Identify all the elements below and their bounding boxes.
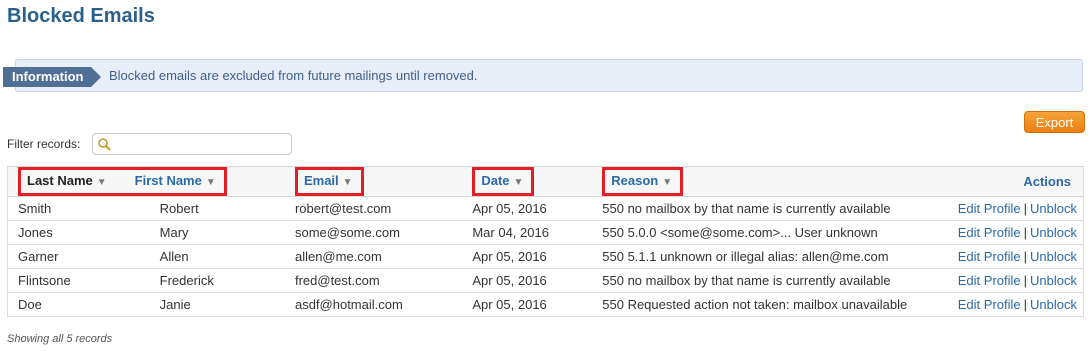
cell-first-name: Janie	[159, 292, 295, 317]
header-label-last-name: Last Name	[27, 173, 93, 188]
sort-down-icon[interactable]: ▼	[206, 177, 216, 188]
cell-last-name: Jones	[6, 220, 160, 245]
cell-first-name: Allen	[159, 244, 295, 269]
sort-down-icon[interactable]: ▼	[514, 177, 524, 188]
cell-actions: Edit Profile | Unblock	[935, 268, 1084, 293]
table-row: Smith Robert robert@test.com Apr 05, 201…	[6, 196, 1084, 221]
edit-profile-link[interactable]: Edit Profile	[958, 225, 1021, 240]
unblock-link[interactable]: Unblock	[1030, 225, 1077, 240]
cell-date: Mar 04, 2016	[472, 220, 603, 245]
filter-input[interactable]	[92, 133, 292, 155]
edit-profile-link[interactable]: Edit Profile	[958, 201, 1021, 216]
blocked-emails-table: Last Name ▼ First Name ▼ Email ▼ Date ▼	[6, 166, 1084, 317]
export-button[interactable]: Export	[1024, 111, 1085, 133]
cell-email: some@some.com	[294, 220, 473, 245]
cell-date: Apr 05, 2016	[472, 268, 603, 293]
column-header-actions: Actions	[935, 166, 1084, 197]
cell-actions: Edit Profile | Unblock	[935, 220, 1084, 245]
cell-date: Apr 05, 2016	[472, 292, 603, 317]
table-row: Jones Mary some@some.com Mar 04, 2016 55…	[6, 220, 1084, 245]
sort-down-icon[interactable]: ▼	[662, 177, 672, 188]
action-separator: |	[1023, 249, 1028, 264]
cell-email: robert@test.com	[294, 196, 473, 221]
header-label-date: Date	[481, 173, 510, 188]
info-message: Blocked emails are excluded from future …	[109, 68, 478, 83]
cell-reason: 550 no mailbox by that name is currently…	[602, 196, 936, 221]
cell-first-name: Frederick	[159, 268, 295, 293]
header-label-reason: Reason	[611, 173, 659, 188]
filter-label: Filter records:	[7, 137, 81, 151]
records-summary: Showing all 5 records	[7, 333, 113, 345]
cell-actions: Edit Profile | Unblock	[935, 292, 1084, 317]
sort-down-icon[interactable]: ▼	[343, 177, 353, 188]
table-header-row: Last Name ▼ First Name ▼ Email ▼ Date ▼	[6, 166, 1084, 197]
cell-date: Apr 05, 2016	[472, 196, 603, 221]
action-separator: |	[1023, 273, 1028, 288]
unblock-link[interactable]: Unblock	[1030, 273, 1077, 288]
action-separator: |	[1023, 201, 1028, 216]
unblock-link[interactable]: Unblock	[1030, 249, 1077, 264]
column-header-first-name[interactable]: First Name ▼	[132, 166, 295, 197]
cell-actions: Edit Profile | Unblock	[935, 196, 1084, 221]
action-separator: |	[1023, 225, 1028, 240]
cell-reason: 550 Requested action not taken: mailbox …	[602, 292, 936, 317]
column-header-date[interactable]: Date ▼	[472, 166, 603, 197]
unblock-link[interactable]: Unblock	[1030, 201, 1077, 216]
unblock-link[interactable]: Unblock	[1030, 297, 1077, 312]
page-title: Blocked Emails	[7, 5, 155, 27]
header-label-first-name: First Name	[134, 173, 202, 188]
cell-actions: Edit Profile | Unblock	[935, 244, 1084, 269]
cell-email: allen@me.com	[294, 244, 473, 269]
cell-last-name: Doe	[6, 292, 160, 317]
table-row: Doe Janie asdf@hotmail.com Apr 05, 2016 …	[6, 292, 1084, 317]
column-header-reason[interactable]: Reason ▼	[602, 166, 936, 197]
table-row: Garner Allen allen@me.com Apr 05, 2016 5…	[6, 244, 1084, 269]
cell-last-name: Garner	[6, 244, 160, 269]
info-tag: Information	[3, 67, 101, 87]
cell-reason: 550 no mailbox by that name is currently…	[602, 268, 936, 293]
cell-reason: 550 5.0.0 <some@some.com>... User unknow…	[602, 220, 936, 245]
cell-email: asdf@hotmail.com	[294, 292, 473, 317]
cell-first-name: Robert	[159, 196, 295, 221]
cell-first-name: Mary	[159, 220, 295, 245]
sort-down-icon[interactable]: ▼	[97, 177, 107, 188]
edit-profile-link[interactable]: Edit Profile	[958, 297, 1021, 312]
cell-email: fred@test.com	[294, 268, 473, 293]
edit-profile-link[interactable]: Edit Profile	[958, 249, 1021, 264]
table-row: Flintsone Frederick fred@test.com Apr 05…	[6, 268, 1084, 293]
header-label-email: Email	[303, 173, 339, 188]
cell-date: Apr 05, 2016	[472, 244, 603, 269]
search-icon	[98, 138, 111, 151]
edit-profile-link[interactable]: Edit Profile	[958, 273, 1021, 288]
cell-last-name: Flintsone	[6, 268, 160, 293]
cell-last-name: Smith	[6, 196, 160, 221]
cell-reason: 550 5.1.1 unknown or illegal alias: alle…	[602, 244, 936, 269]
action-separator: |	[1023, 297, 1028, 312]
column-header-email[interactable]: Email ▼	[294, 166, 473, 197]
